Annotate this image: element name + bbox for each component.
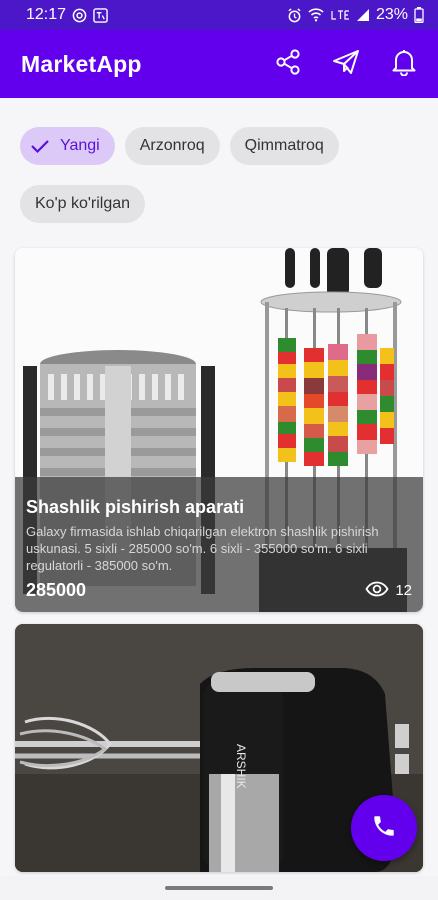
chip-yangi[interactable]: Yangi	[20, 127, 115, 165]
views-count: 12	[395, 582, 412, 599]
app-title: MarketApp	[21, 50, 142, 77]
notifications-button[interactable]	[388, 48, 420, 80]
status-bar: 12:17 23%	[0, 0, 438, 30]
call-button[interactable]	[351, 795, 417, 861]
wifi-icon	[308, 8, 324, 22]
product-card[interactable]: Shashlik pishirish aparati Galaxy firmas…	[15, 248, 423, 612]
alarm-icon	[287, 7, 302, 23]
chip-qimmatroq[interactable]: Qimmatroq	[229, 127, 339, 165]
product-info-overlay: Shashlik pishirish aparati Galaxy firmas…	[15, 477, 423, 612]
share-icon	[274, 48, 302, 81]
chip-kop-korilgan[interactable]: Ko'p ko'rilgan	[20, 185, 146, 223]
chip-arzonroq[interactable]: Arzonroq	[124, 127, 220, 165]
chip-label: Arzonroq	[139, 137, 205, 154]
telegram-button[interactable]	[330, 48, 362, 80]
eye-icon	[365, 581, 389, 601]
lte-icon	[330, 8, 350, 22]
signal-icon	[356, 8, 370, 22]
app-bar: MarketApp	[0, 30, 438, 98]
home-gesture-handle[interactable]	[165, 886, 273, 890]
at-icon	[72, 8, 87, 23]
brand-label: ARSHIK	[234, 744, 248, 789]
filter-chips: Yangi Arzonroq Qimmatroq Ko'p ko'rilgan	[20, 127, 420, 223]
battery-icon	[414, 7, 424, 23]
product-description: Galaxy firmasida ishlab chiqarilgan elek…	[26, 524, 379, 573]
phone-icon	[371, 813, 397, 844]
send-icon	[331, 48, 361, 81]
product-title: Shashlik pishirish aparati	[26, 497, 245, 517]
check-icon	[30, 138, 50, 154]
chip-label: Yangi	[60, 137, 100, 154]
bell-icon	[391, 48, 417, 81]
views-counter: 12	[365, 581, 412, 601]
chip-label: Ko'p ko'rilgan	[35, 195, 131, 212]
product-price: 285000	[26, 580, 87, 600]
share-button[interactable]	[272, 48, 304, 80]
status-time: 12:17	[26, 6, 67, 23]
battery-percent: 23%	[375, 6, 408, 23]
system-nav-bar	[0, 876, 438, 900]
chip-label: Qimmatroq	[244, 137, 324, 154]
translate-notification-icon	[93, 7, 108, 23]
